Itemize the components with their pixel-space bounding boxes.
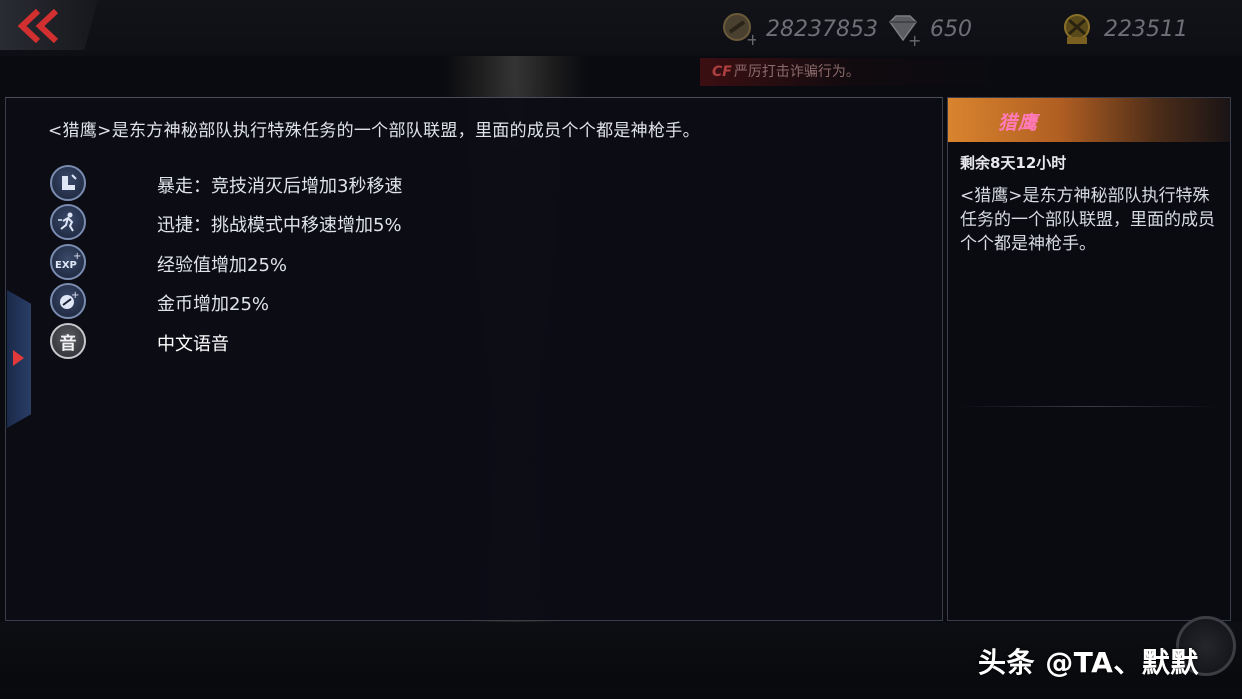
info-description: <猎鹰>是东方神秘部队执行特殊任务的一个部队联盟，里面的成员个个都是神枪手。	[960, 186, 1215, 254]
sprint-runner-icon	[50, 204, 86, 240]
top-bar: + 28237853 + 650 223511	[0, 0, 1242, 56]
honor-currency: 223511	[1060, 12, 1188, 46]
gold-coin-icon[interactable]: +	[722, 12, 759, 49]
diamond-currency: + 650	[886, 12, 972, 50]
back-button[interactable]	[0, 0, 98, 50]
perk-item-voice: 音 中文语音	[50, 323, 650, 359]
perk-label: 暴走：竞技消灭后增加3秒移速	[157, 176, 403, 197]
character-description: <猎鹰>是东方神秘部队执行特殊任务的一个部队联盟，里面的成员个个都是神枪手。	[48, 121, 700, 141]
double-chevron-left-icon	[17, 9, 59, 43]
perk-item-exp: EXP + 经验值增加25%	[50, 244, 650, 280]
info-header: 猎鹰	[948, 98, 1230, 142]
watermark: 头条 @TA、默默	[978, 646, 1199, 679]
perk-label: 迅捷：挑战模式中移速增加5%	[157, 215, 402, 236]
perk-item-coin: + 金币增加25%	[50, 283, 650, 319]
perk-item-rampage: 暴走：竞技消灭后增加3秒移速	[50, 165, 650, 201]
gold-currency: + 28237853	[722, 12, 878, 49]
perk-label: 金币增加25%	[157, 294, 270, 315]
perk-label: 中文语音	[157, 334, 229, 355]
svg-text:+: +	[73, 251, 81, 262]
character-detail-panel: <猎鹰>是东方神秘部队执行特殊任务的一个部队联盟，里面的成员个个都是神枪手。 暴…	[5, 97, 943, 621]
remaining-time: 剩余8天12小时	[960, 154, 1067, 172]
honor-amount: 223511	[1104, 16, 1188, 42]
notice-text: 严厉打击诈骗行为。	[733, 64, 860, 80]
coin-boost-icon: +	[50, 283, 86, 319]
perk-item-sprint: 迅捷：挑战模式中移速增加5%	[50, 204, 650, 240]
diamond-amount: 650	[930, 16, 972, 42]
expand-side-tab[interactable]	[7, 290, 31, 428]
svg-text:+: +	[71, 290, 79, 301]
caret-right-icon	[13, 350, 24, 366]
svg-text:+: +	[746, 30, 756, 46]
honor-badge-icon	[1060, 12, 1094, 46]
character-name: 猎鹰	[998, 112, 1039, 134]
rampage-boot-icon	[50, 165, 86, 201]
divider	[958, 406, 1220, 407]
gold-amount: 28237853	[766, 16, 878, 42]
voice-icon: 音	[50, 323, 86, 359]
svg-text:+: +	[908, 31, 920, 46]
exp-boost-icon: EXP +	[50, 244, 86, 280]
voice-icon-glyph: 音	[59, 333, 77, 354]
anti-fraud-notice: CF 严厉打击诈骗行为。	[700, 58, 1000, 86]
diamond-icon[interactable]: +	[886, 12, 921, 50]
cf-logo: CF	[712, 64, 732, 80]
character-info-panel: 猎鹰 剩余8天12小时 <猎鹰>是东方神秘部队执行特殊任务的一个部队联盟，里面的…	[947, 97, 1231, 621]
perk-label: 经验值增加25%	[157, 255, 288, 276]
